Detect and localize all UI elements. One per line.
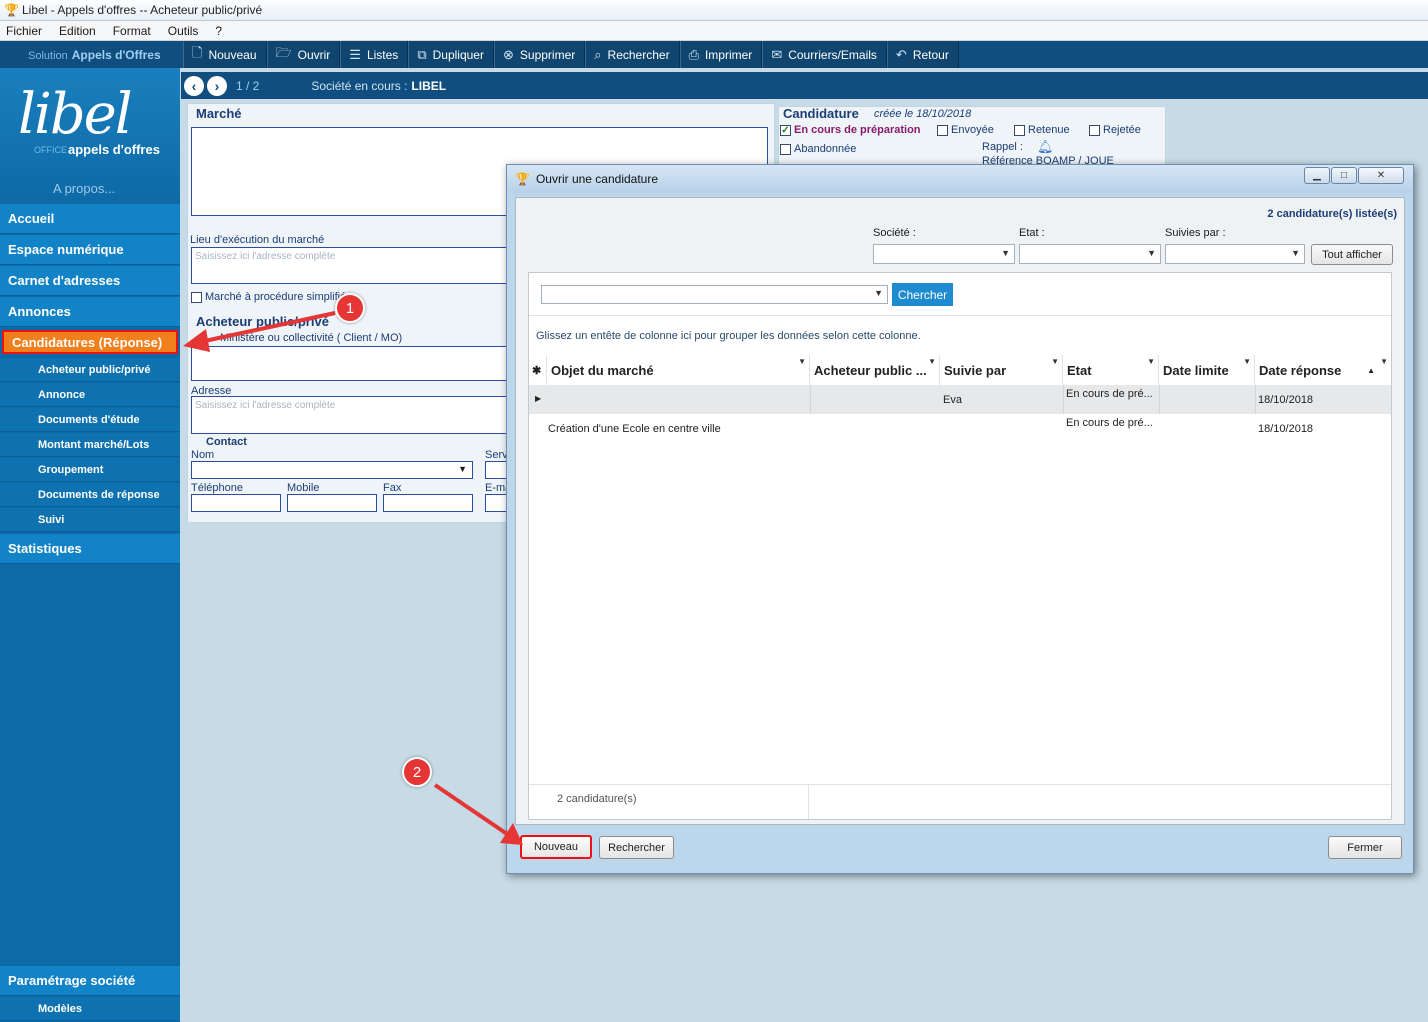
arrow-2-line <box>433 783 512 838</box>
annotation-arrows <box>183 311 523 845</box>
arrow-2-head <box>500 823 523 845</box>
arrow-1-line <box>199 311 336 344</box>
annotation-badge-2: 2 <box>402 757 432 787</box>
annotation-badge-1: 1 <box>335 293 365 323</box>
arrow-1-head <box>183 329 210 352</box>
